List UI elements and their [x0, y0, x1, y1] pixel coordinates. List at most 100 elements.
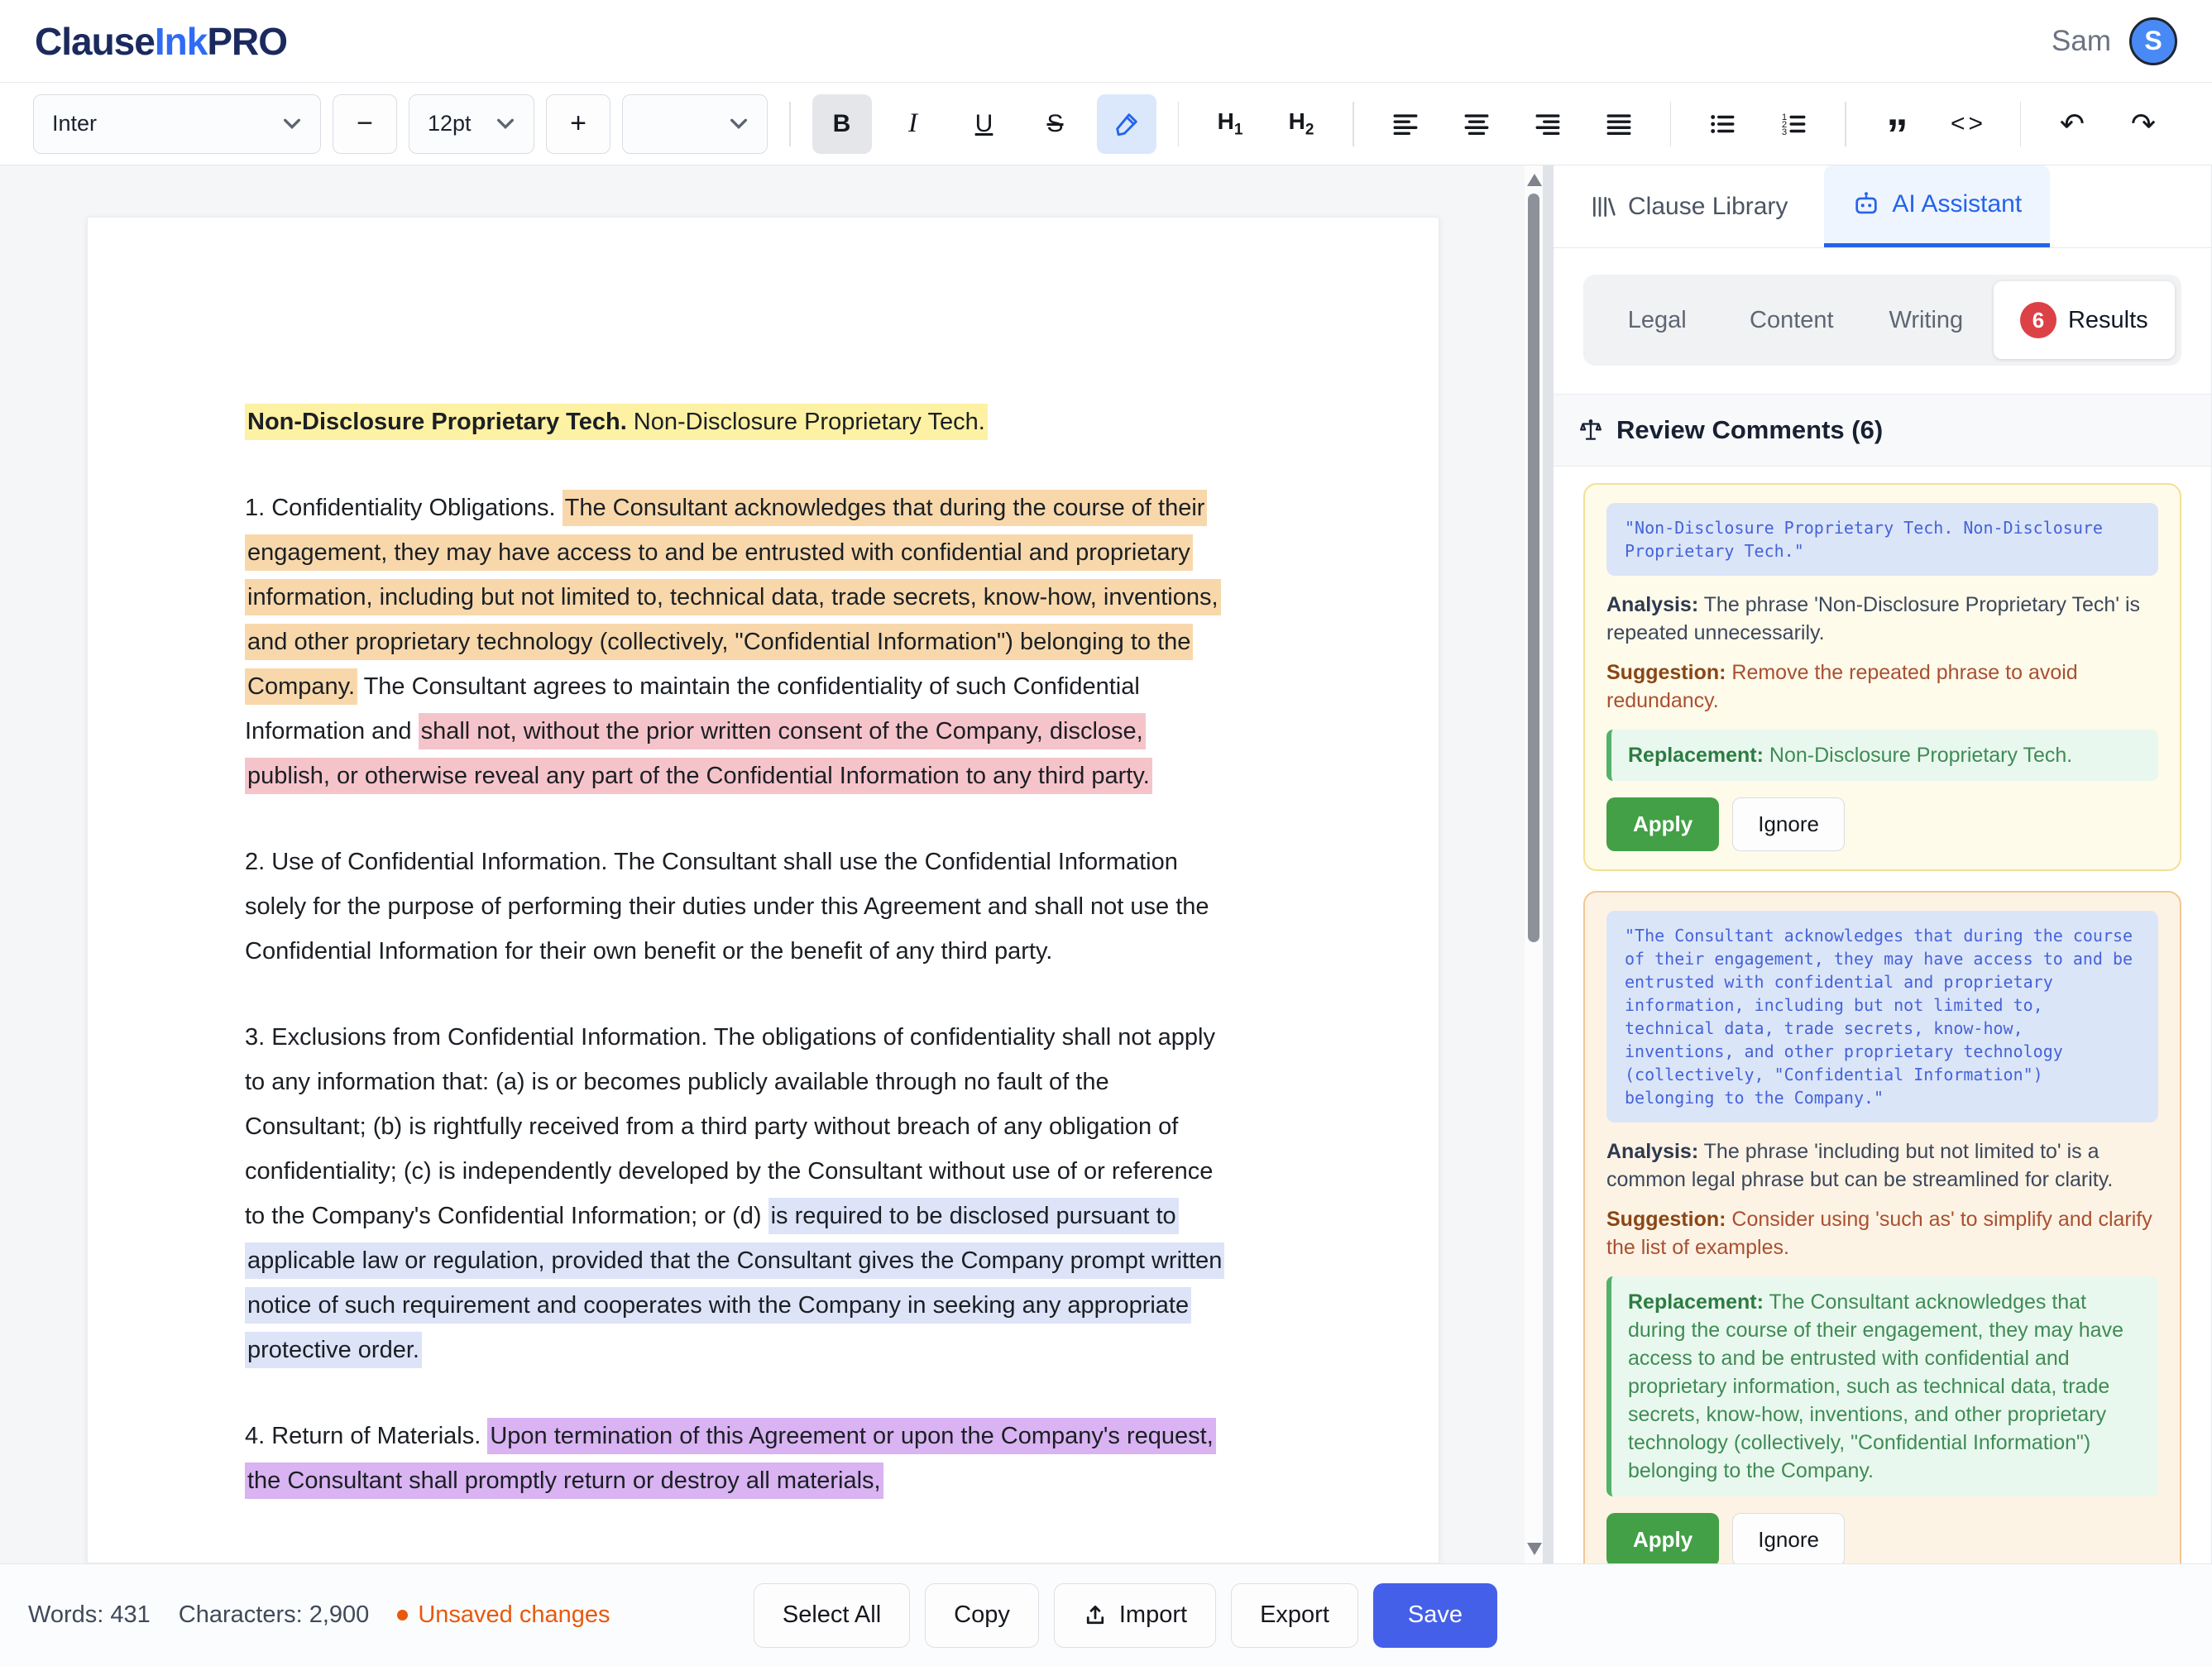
document-page[interactable]: Non-Disclosure Proprietary Tech. Non-Dis… [87, 217, 1439, 1563]
highlighted-segment[interactable]: Non-Disclosure Proprietary Tech. Non-Dis… [245, 404, 988, 440]
logo-clause: Clause [35, 20, 155, 63]
document-paragraph: 3. Exclusions from Confidential Informat… [245, 1015, 1232, 1372]
chevron-down-icon [496, 117, 515, 130]
toolbar-separator [1845, 102, 1846, 146]
highlighter-button[interactable] [1097, 94, 1156, 154]
heading2-button[interactable]: H2 [1271, 94, 1331, 154]
strikethrough-button[interactable]: S [1026, 94, 1085, 154]
review-comments-title: Review Comments (6) [1616, 415, 1883, 445]
replacement-text: Replacement: The Consultant acknowledges… [1606, 1276, 2158, 1496]
align-center-button[interactable] [1447, 94, 1506, 154]
highlight-color-select[interactable] [622, 94, 768, 154]
redo-button[interactable]: ↷ [2114, 94, 2173, 154]
document-paragraph: 4. Return of Materials. Upon termination… [245, 1414, 1232, 1503]
logo-ink: Ink [155, 20, 207, 63]
blockquote-button[interactable]: ” [1868, 94, 1927, 154]
import-button[interactable]: Import [1054, 1583, 1216, 1648]
assistant-mode-tabs: Legal Content Writing 6 Results [1583, 275, 2181, 366]
scroll-down-arrow-icon[interactable] [1527, 1543, 1542, 1555]
user-name: Sam [2052, 25, 2111, 58]
redo-icon: ↷ [2131, 107, 2156, 141]
toolbar-separator [789, 102, 791, 146]
justify-icon [1605, 110, 1633, 138]
analysis-text: Analysis: The phrase 'Non-Disclosure Pro… [1606, 591, 2158, 647]
code-button[interactable]: <> [1939, 94, 1999, 154]
suggestion-text: Suggestion: Remove the repeated phrase t… [1606, 658, 2158, 715]
select-all-button[interactable]: Select All [754, 1583, 910, 1648]
document-paragraph: 1. Confidentiality Obligations. The Cons… [245, 486, 1232, 798]
right-sidebar: Clause Library AI Assistant Legal Conten… [1554, 165, 2212, 1563]
h1-icon: H [1218, 108, 1234, 134]
status-bar: Words: 431 Characters: 2,900 Unsaved cha… [0, 1563, 2212, 1666]
word-count: Words: 431 [28, 1601, 151, 1629]
save-button[interactable]: Save [1373, 1583, 1497, 1648]
decrease-font-size-button[interactable]: − [333, 94, 397, 154]
blockquote-icon: ” [1887, 105, 1908, 143]
subtab-legal[interactable]: Legal [1590, 307, 1725, 334]
document-title: Non-Disclosure Proprietary Tech. Non-Dis… [245, 400, 1232, 444]
highlighter-pen-icon [1113, 110, 1141, 138]
copy-button[interactable]: Copy [925, 1583, 1039, 1648]
logo-pro: PRO [207, 20, 287, 63]
apply-button[interactable]: Apply [1606, 797, 1719, 851]
tab-ai-assistant[interactable]: AI Assistant [1824, 165, 2050, 247]
align-left-button[interactable] [1376, 94, 1435, 154]
sidebar-tab-bar: Clause Library AI Assistant [1554, 165, 2211, 248]
scrollbar-thumb[interactable] [1528, 194, 1539, 942]
justify-button[interactable] [1589, 94, 1649, 154]
tab-label: AI Assistant [1892, 190, 2022, 218]
increase-font-size-button[interactable]: + [546, 94, 610, 154]
replacement-text: Replacement: Non-Disclosure Proprietary … [1606, 730, 2158, 781]
toolbar-separator [1353, 102, 1354, 146]
chevron-down-icon [282, 117, 302, 130]
bullet-list-button[interactable] [1693, 94, 1752, 154]
bold-button[interactable]: B [812, 94, 872, 154]
app-logo: ClauseInkPRO [35, 19, 287, 64]
review-comments-list: "Non-Disclosure Proprietary Tech. Non-Di… [1554, 467, 2211, 1563]
underline-icon: U [975, 110, 993, 138]
analysis-text: Analysis: The phrase 'including but not … [1606, 1137, 2158, 1194]
heading1-button[interactable]: H1 [1200, 94, 1260, 154]
chevron-down-icon [729, 117, 749, 130]
export-button[interactable]: Export [1231, 1583, 1358, 1648]
underline-button[interactable]: U [955, 94, 1014, 154]
subtab-writing[interactable]: Writing [1859, 307, 1994, 334]
unsaved-changes-indicator: Unsaved changes [397, 1601, 610, 1629]
panel-divider [1543, 165, 1554, 1563]
toolbar-separator [2020, 102, 2022, 146]
upload-icon [1083, 1603, 1108, 1628]
font-family-select[interactable]: Inter [33, 94, 321, 154]
align-right-icon [1534, 110, 1562, 138]
scales-icon [1578, 418, 1603, 443]
doc-text-segment: 4. Return of Materials. [245, 1423, 487, 1449]
quoted-text: "The Consultant acknowledges that during… [1606, 911, 2158, 1123]
scroll-up-arrow-icon[interactable] [1527, 174, 1542, 186]
font-size-select[interactable]: 12pt [409, 94, 534, 154]
bullet-list-icon [1708, 110, 1736, 138]
subtab-content[interactable]: Content [1725, 307, 1860, 334]
ignore-button[interactable]: Ignore [1732, 797, 1845, 851]
doc-text-segment: Non-Disclosure Proprietary Tech. [247, 409, 627, 435]
align-center-icon [1463, 110, 1491, 138]
tab-clause-library[interactable]: Clause Library [1590, 165, 1788, 247]
doc-text-segment: 1. Confidentiality Obligations. [245, 495, 563, 521]
editor-scrollbar[interactable] [1525, 165, 1543, 1563]
minus-icon: − [357, 108, 373, 140]
review-comment-card: "Non-Disclosure Proprietary Tech. Non-Di… [1583, 483, 2181, 871]
avatar[interactable]: S [2129, 17, 2177, 65]
align-right-button[interactable] [1518, 94, 1578, 154]
apply-button[interactable]: Apply [1606, 1513, 1719, 1563]
highlighted-segment[interactable]: The Consultant acknowledges that during … [245, 490, 1221, 705]
undo-button[interactable]: ↶ [2042, 94, 2102, 154]
toolbar-separator [1670, 102, 1672, 146]
app-header: ClauseInkPRO Sam S [0, 0, 2212, 83]
plus-icon: + [570, 108, 587, 140]
subtab-results[interactable]: 6 Results [1994, 281, 2175, 359]
numbered-list-button[interactable]: 123 [1764, 94, 1823, 154]
tab-label: Clause Library [1628, 193, 1788, 221]
italic-icon: I [908, 108, 917, 139]
italic-button[interactable]: I [883, 94, 943, 154]
bold-icon: B [833, 110, 851, 138]
doc-text-segment: 2. Use of Confidential Information. The … [245, 849, 1209, 965]
ignore-button[interactable]: Ignore [1732, 1513, 1845, 1563]
